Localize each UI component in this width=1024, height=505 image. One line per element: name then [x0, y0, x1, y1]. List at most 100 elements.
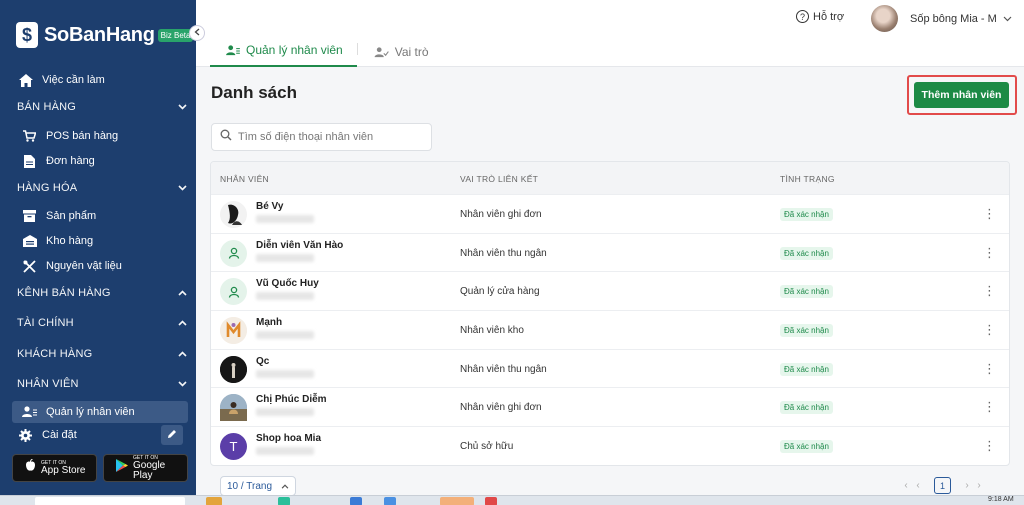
avatar	[220, 394, 247, 422]
table-row[interactable]: Mạnh Nhân viên kho Đã xác nhận ⋮	[211, 310, 1009, 349]
prev-page-icon[interactable]: ‹	[900, 480, 912, 491]
chevron-left-icon	[194, 28, 200, 39]
app-icon[interactable]	[350, 497, 362, 505]
page-number[interactable]: 1	[934, 477, 951, 494]
page-size-select[interactable]: 10 / Trang	[220, 476, 296, 496]
users-icon	[226, 44, 240, 56]
tab-staff-management[interactable]: Quản lý nhân viên	[210, 43, 357, 67]
chevron-up-icon	[177, 318, 187, 328]
avatar	[220, 201, 247, 228]
folder-icon[interactable]	[206, 497, 222, 505]
search-box	[211, 123, 432, 151]
table-row[interactable]: Diễn viên Văn Hào Nhân viên thu ngân Đã …	[211, 232, 1009, 272]
users-icon	[22, 405, 37, 419]
more-options-icon[interactable]: ⋮	[983, 323, 996, 336]
more-options-icon[interactable]: ⋮	[983, 207, 996, 220]
search-input[interactable]	[238, 131, 418, 143]
page-title: Danh sách	[211, 83, 297, 102]
sidebar-item-warehouse[interactable]: Kho hàng	[22, 232, 93, 250]
sidebar-item-pos[interactable]: POS bán hàng	[22, 127, 118, 145]
app-icon[interactable]	[278, 497, 290, 505]
sidebar-item-settings[interactable]: Cài đặt	[18, 426, 77, 444]
sidebar-item-products[interactable]: Sản phẩm	[22, 207, 96, 225]
table-row[interactable]: Qc Nhân viên thu ngân Đã xác nhận ⋮	[211, 348, 1009, 388]
google-play-icon	[116, 459, 128, 477]
edit-menu-button[interactable]	[161, 425, 183, 445]
table-row[interactable]: T Shop hoa Mia Chủ sở hữu Đã xác nhận ⋮	[211, 426, 1009, 465]
logo-icon: $	[16, 22, 38, 48]
sidebar-item-label: POS bán hàng	[46, 130, 119, 142]
sidebar-section-goods[interactable]: HÀNG HÓA	[17, 182, 187, 194]
sidebar: $ SoBanHang Biz Beta Việc cần làm BÁN HÀ…	[0, 0, 196, 495]
staff-name: Bé Vy	[256, 201, 284, 212]
utensils-icon	[22, 259, 37, 273]
sidebar-item-label: Sản phẩm	[46, 210, 97, 222]
sidebar-item-orders[interactable]: Đơn hàng	[22, 152, 95, 170]
tab-roles[interactable]: Vai trò	[358, 45, 443, 67]
more-options-icon[interactable]: ⋮	[983, 284, 996, 297]
search-icon	[220, 128, 232, 146]
more-options-icon[interactable]: ⋮	[983, 439, 996, 452]
staff-name: Chị Phúc Diễm	[256, 394, 327, 406]
status-badge: Đã xác nhận	[780, 285, 833, 299]
sidebar-item-label: Việc cần làm	[42, 74, 105, 86]
staff-name: Shop hoa Mia	[256, 433, 321, 445]
redacted-phone	[256, 215, 314, 223]
sidebar-section-customers[interactable]: KHÁCH HÀNG	[17, 348, 187, 360]
sidebar-section-channels[interactable]: KÊNH BÁN HÀNG	[17, 287, 187, 299]
user-menu[interactable]: Sốp bông Mia - M	[871, 5, 1012, 32]
sidebar-item-staff-management[interactable]: Quản lý nhân viên	[22, 403, 135, 421]
brand-logo[interactable]: $ SoBanHang Biz Beta	[16, 22, 194, 48]
staff-role: Nhân viên thu ngân	[460, 363, 547, 375]
browser-icon[interactable]	[384, 497, 396, 505]
next-page-icon[interactable]: ›	[973, 480, 985, 491]
staff-role: Nhân viên kho	[460, 325, 524, 337]
more-options-icon[interactable]: ⋮	[983, 246, 996, 259]
taskbar-search[interactable]	[35, 497, 185, 505]
sidebar-section-staff[interactable]: NHÂN VIÊN	[17, 378, 187, 390]
staff-name: Mạnh	[256, 317, 283, 329]
status-badge: Đã xác nhận	[780, 401, 833, 415]
help-link[interactable]: ? Hỗ trợ	[796, 10, 844, 23]
status-badge: Đã xác nhận	[780, 324, 833, 338]
pencil-icon	[167, 426, 177, 444]
pagination: ‹ ‹ 1 › ›	[900, 477, 985, 494]
sidebar-item-label: Đơn hàng	[46, 155, 95, 167]
staff-role: Nhân viên thu ngân	[460, 247, 547, 259]
sidebar-section-finance[interactable]: TÀI CHÍNH	[17, 317, 187, 329]
document-icon	[22, 154, 37, 168]
chevron-up-icon	[280, 481, 290, 491]
more-options-icon[interactable]: ⋮	[983, 362, 996, 375]
chevron-down-icon	[1003, 13, 1012, 25]
next-page-icon[interactable]: ›	[961, 480, 973, 491]
table-row[interactable]: Chị Phúc Diễm Nhân viên ghi đơn Đã xác n…	[211, 387, 1009, 426]
google-play-button[interactable]: GET IT ON Google Play	[103, 454, 188, 482]
table-row[interactable]: Vũ Quốc Huy Quản lý cửa hàng Đã xác nhận…	[211, 271, 1009, 310]
app-icon[interactable]	[485, 497, 497, 505]
sidebar-section-sales[interactable]: BÁN HÀNG	[17, 101, 187, 113]
add-staff-button[interactable]: Thêm nhân viên	[914, 82, 1009, 108]
prev-page-icon[interactable]: ‹	[912, 480, 924, 491]
user-check-icon	[374, 46, 389, 58]
table-row[interactable]: Bé Vy Nhân viên ghi đơn Đã xác nhận ⋮	[211, 194, 1009, 233]
app-store-button[interactable]: GET IT ON App Store	[12, 454, 97, 482]
active-app-icon[interactable]	[440, 497, 474, 505]
os-taskbar: 9:18 AM	[0, 495, 1024, 505]
avatar: T	[220, 433, 247, 461]
redacted-phone	[256, 447, 314, 456]
sidebar-collapse-button[interactable]	[189, 25, 205, 41]
taskbar-clock: 9:18 AM	[988, 496, 1014, 503]
section-label: HÀNG HÓA	[17, 182, 78, 194]
more-options-icon[interactable]: ⋮	[983, 400, 996, 413]
table-header: NHÂN VIÊN VAI TRÒ LIÊN KẾT TÌNH TRẠNG	[211, 162, 1009, 194]
sidebar-item-materials[interactable]: Nguyên vật liệu	[22, 257, 122, 275]
redacted-phone	[256, 408, 314, 417]
warehouse-icon	[22, 234, 37, 248]
sidebar-item-todo[interactable]: Việc cần làm	[18, 71, 105, 89]
avatar	[871, 5, 898, 32]
column-header-staff: NHÂN VIÊN	[220, 174, 269, 184]
brand-badge: Biz Beta	[157, 28, 194, 42]
staff-role: Nhân viên ghi đơn	[460, 209, 542, 220]
avatar	[220, 239, 247, 267]
section-label: NHÂN VIÊN	[17, 378, 79, 390]
